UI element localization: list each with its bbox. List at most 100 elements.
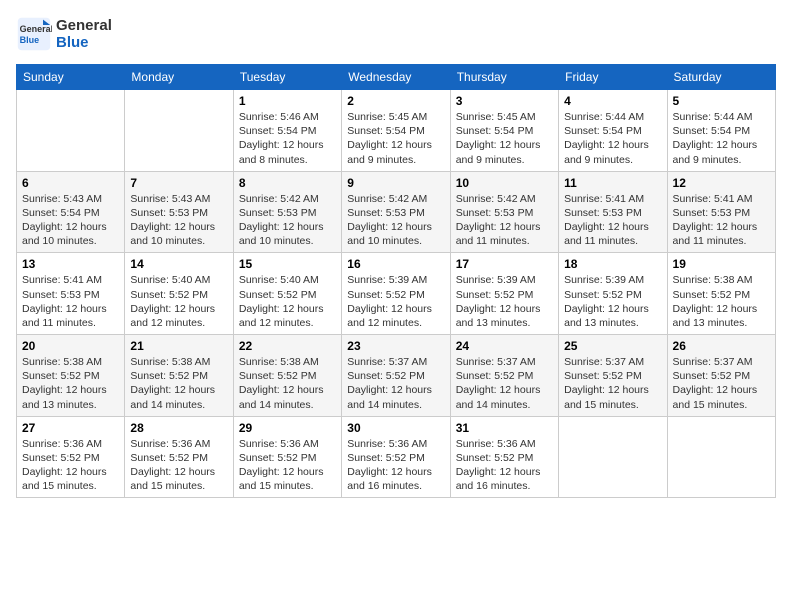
calendar-cell: 30 Sunrise: 5:36 AM Sunset: 5:52 PM Dayl… (342, 416, 450, 498)
day-detail: Sunrise: 5:42 AM Sunset: 5:53 PM Dayligh… (239, 193, 324, 248)
day-detail: Sunrise: 5:38 AM Sunset: 5:52 PM Dayligh… (22, 356, 107, 411)
logo-svg: General Blue (16, 16, 52, 52)
logo: General Blue General Blue (16, 16, 112, 52)
calendar-cell: 7 Sunrise: 5:43 AM Sunset: 5:53 PM Dayli… (125, 171, 233, 253)
calendar-cell (667, 416, 775, 498)
calendar-week-row: 20 Sunrise: 5:38 AM Sunset: 5:52 PM Dayl… (17, 335, 776, 417)
day-number: 30 (347, 421, 444, 435)
calendar-cell: 23 Sunrise: 5:37 AM Sunset: 5:52 PM Dayl… (342, 335, 450, 417)
day-number: 22 (239, 339, 336, 353)
day-detail: Sunrise: 5:42 AM Sunset: 5:53 PM Dayligh… (347, 193, 432, 248)
day-number: 27 (22, 421, 119, 435)
day-of-week-header: Tuesday (233, 65, 341, 90)
day-detail: Sunrise: 5:37 AM Sunset: 5:52 PM Dayligh… (456, 356, 541, 411)
day-number: 13 (22, 257, 119, 271)
day-number: 11 (564, 176, 661, 190)
day-of-week-header: Thursday (450, 65, 558, 90)
logo-blue-text: Blue (56, 34, 112, 51)
day-number: 29 (239, 421, 336, 435)
day-number: 28 (130, 421, 227, 435)
day-detail: Sunrise: 5:36 AM Sunset: 5:52 PM Dayligh… (130, 438, 215, 493)
calendar-cell: 28 Sunrise: 5:36 AM Sunset: 5:52 PM Dayl… (125, 416, 233, 498)
day-number: 24 (456, 339, 553, 353)
calendar-cell: 1 Sunrise: 5:46 AM Sunset: 5:54 PM Dayli… (233, 90, 341, 172)
calendar-cell: 22 Sunrise: 5:38 AM Sunset: 5:52 PM Dayl… (233, 335, 341, 417)
day-number: 23 (347, 339, 444, 353)
day-detail: Sunrise: 5:46 AM Sunset: 5:54 PM Dayligh… (239, 111, 324, 166)
day-detail: Sunrise: 5:36 AM Sunset: 5:52 PM Dayligh… (22, 438, 107, 493)
day-detail: Sunrise: 5:44 AM Sunset: 5:54 PM Dayligh… (564, 111, 649, 166)
day-detail: Sunrise: 5:36 AM Sunset: 5:52 PM Dayligh… (456, 438, 541, 493)
day-detail: Sunrise: 5:45 AM Sunset: 5:54 PM Dayligh… (347, 111, 432, 166)
day-number: 25 (564, 339, 661, 353)
day-detail: Sunrise: 5:36 AM Sunset: 5:52 PM Dayligh… (239, 438, 324, 493)
day-detail: Sunrise: 5:40 AM Sunset: 5:52 PM Dayligh… (130, 274, 215, 329)
calendar-cell: 16 Sunrise: 5:39 AM Sunset: 5:52 PM Dayl… (342, 253, 450, 335)
day-of-week-header: Saturday (667, 65, 775, 90)
day-detail: Sunrise: 5:43 AM Sunset: 5:53 PM Dayligh… (130, 193, 215, 248)
calendar-header-row: SundayMondayTuesdayWednesdayThursdayFrid… (17, 65, 776, 90)
calendar-cell: 26 Sunrise: 5:37 AM Sunset: 5:52 PM Dayl… (667, 335, 775, 417)
day-number: 21 (130, 339, 227, 353)
day-number: 20 (22, 339, 119, 353)
day-number: 14 (130, 257, 227, 271)
calendar-cell (125, 90, 233, 172)
day-detail: Sunrise: 5:37 AM Sunset: 5:52 PM Dayligh… (673, 356, 758, 411)
day-number: 4 (564, 94, 661, 108)
day-number: 3 (456, 94, 553, 108)
day-detail: Sunrise: 5:37 AM Sunset: 5:52 PM Dayligh… (564, 356, 649, 411)
calendar-week-row: 6 Sunrise: 5:43 AM Sunset: 5:54 PM Dayli… (17, 171, 776, 253)
calendar-cell: 21 Sunrise: 5:38 AM Sunset: 5:52 PM Dayl… (125, 335, 233, 417)
day-detail: Sunrise: 5:38 AM Sunset: 5:52 PM Dayligh… (130, 356, 215, 411)
calendar-cell: 5 Sunrise: 5:44 AM Sunset: 5:54 PM Dayli… (667, 90, 775, 172)
calendar-week-row: 27 Sunrise: 5:36 AM Sunset: 5:52 PM Dayl… (17, 416, 776, 498)
day-number: 15 (239, 257, 336, 271)
day-number: 16 (347, 257, 444, 271)
day-detail: Sunrise: 5:40 AM Sunset: 5:52 PM Dayligh… (239, 274, 324, 329)
day-detail: Sunrise: 5:37 AM Sunset: 5:52 PM Dayligh… (347, 356, 432, 411)
day-detail: Sunrise: 5:44 AM Sunset: 5:54 PM Dayligh… (673, 111, 758, 166)
day-number: 1 (239, 94, 336, 108)
day-number: 5 (673, 94, 770, 108)
svg-text:General: General (20, 24, 52, 34)
day-detail: Sunrise: 5:45 AM Sunset: 5:54 PM Dayligh… (456, 111, 541, 166)
calendar-cell: 4 Sunrise: 5:44 AM Sunset: 5:54 PM Dayli… (559, 90, 667, 172)
calendar-cell: 12 Sunrise: 5:41 AM Sunset: 5:53 PM Dayl… (667, 171, 775, 253)
calendar-cell: 10 Sunrise: 5:42 AM Sunset: 5:53 PM Dayl… (450, 171, 558, 253)
day-number: 26 (673, 339, 770, 353)
calendar-cell: 18 Sunrise: 5:39 AM Sunset: 5:52 PM Dayl… (559, 253, 667, 335)
day-detail: Sunrise: 5:41 AM Sunset: 5:53 PM Dayligh… (673, 193, 758, 248)
day-detail: Sunrise: 5:38 AM Sunset: 5:52 PM Dayligh… (673, 274, 758, 329)
day-number: 18 (564, 257, 661, 271)
calendar-cell (559, 416, 667, 498)
calendar-table: SundayMondayTuesdayWednesdayThursdayFrid… (16, 64, 776, 498)
calendar-cell: 6 Sunrise: 5:43 AM Sunset: 5:54 PM Dayli… (17, 171, 125, 253)
day-of-week-header: Friday (559, 65, 667, 90)
calendar-cell: 17 Sunrise: 5:39 AM Sunset: 5:52 PM Dayl… (450, 253, 558, 335)
day-number: 7 (130, 176, 227, 190)
calendar-week-row: 1 Sunrise: 5:46 AM Sunset: 5:54 PM Dayli… (17, 90, 776, 172)
calendar-cell: 13 Sunrise: 5:41 AM Sunset: 5:53 PM Dayl… (17, 253, 125, 335)
calendar-cell: 25 Sunrise: 5:37 AM Sunset: 5:52 PM Dayl… (559, 335, 667, 417)
calendar-cell: 2 Sunrise: 5:45 AM Sunset: 5:54 PM Dayli… (342, 90, 450, 172)
calendar-cell: 31 Sunrise: 5:36 AM Sunset: 5:52 PM Dayl… (450, 416, 558, 498)
calendar-cell: 15 Sunrise: 5:40 AM Sunset: 5:52 PM Dayl… (233, 253, 341, 335)
day-number: 9 (347, 176, 444, 190)
day-detail: Sunrise: 5:38 AM Sunset: 5:52 PM Dayligh… (239, 356, 324, 411)
logo-general-text: General (56, 17, 112, 34)
calendar-cell: 20 Sunrise: 5:38 AM Sunset: 5:52 PM Dayl… (17, 335, 125, 417)
calendar-cell: 8 Sunrise: 5:42 AM Sunset: 5:53 PM Dayli… (233, 171, 341, 253)
calendar-cell: 3 Sunrise: 5:45 AM Sunset: 5:54 PM Dayli… (450, 90, 558, 172)
day-detail: Sunrise: 5:42 AM Sunset: 5:53 PM Dayligh… (456, 193, 541, 248)
calendar-cell: 11 Sunrise: 5:41 AM Sunset: 5:53 PM Dayl… (559, 171, 667, 253)
calendar-week-row: 13 Sunrise: 5:41 AM Sunset: 5:53 PM Dayl… (17, 253, 776, 335)
day-number: 6 (22, 176, 119, 190)
day-number: 2 (347, 94, 444, 108)
day-detail: Sunrise: 5:39 AM Sunset: 5:52 PM Dayligh… (456, 274, 541, 329)
day-detail: Sunrise: 5:36 AM Sunset: 5:52 PM Dayligh… (347, 438, 432, 493)
day-of-week-header: Sunday (17, 65, 125, 90)
day-number: 31 (456, 421, 553, 435)
calendar-cell: 27 Sunrise: 5:36 AM Sunset: 5:52 PM Dayl… (17, 416, 125, 498)
day-detail: Sunrise: 5:43 AM Sunset: 5:54 PM Dayligh… (22, 193, 107, 248)
day-detail: Sunrise: 5:39 AM Sunset: 5:52 PM Dayligh… (347, 274, 432, 329)
